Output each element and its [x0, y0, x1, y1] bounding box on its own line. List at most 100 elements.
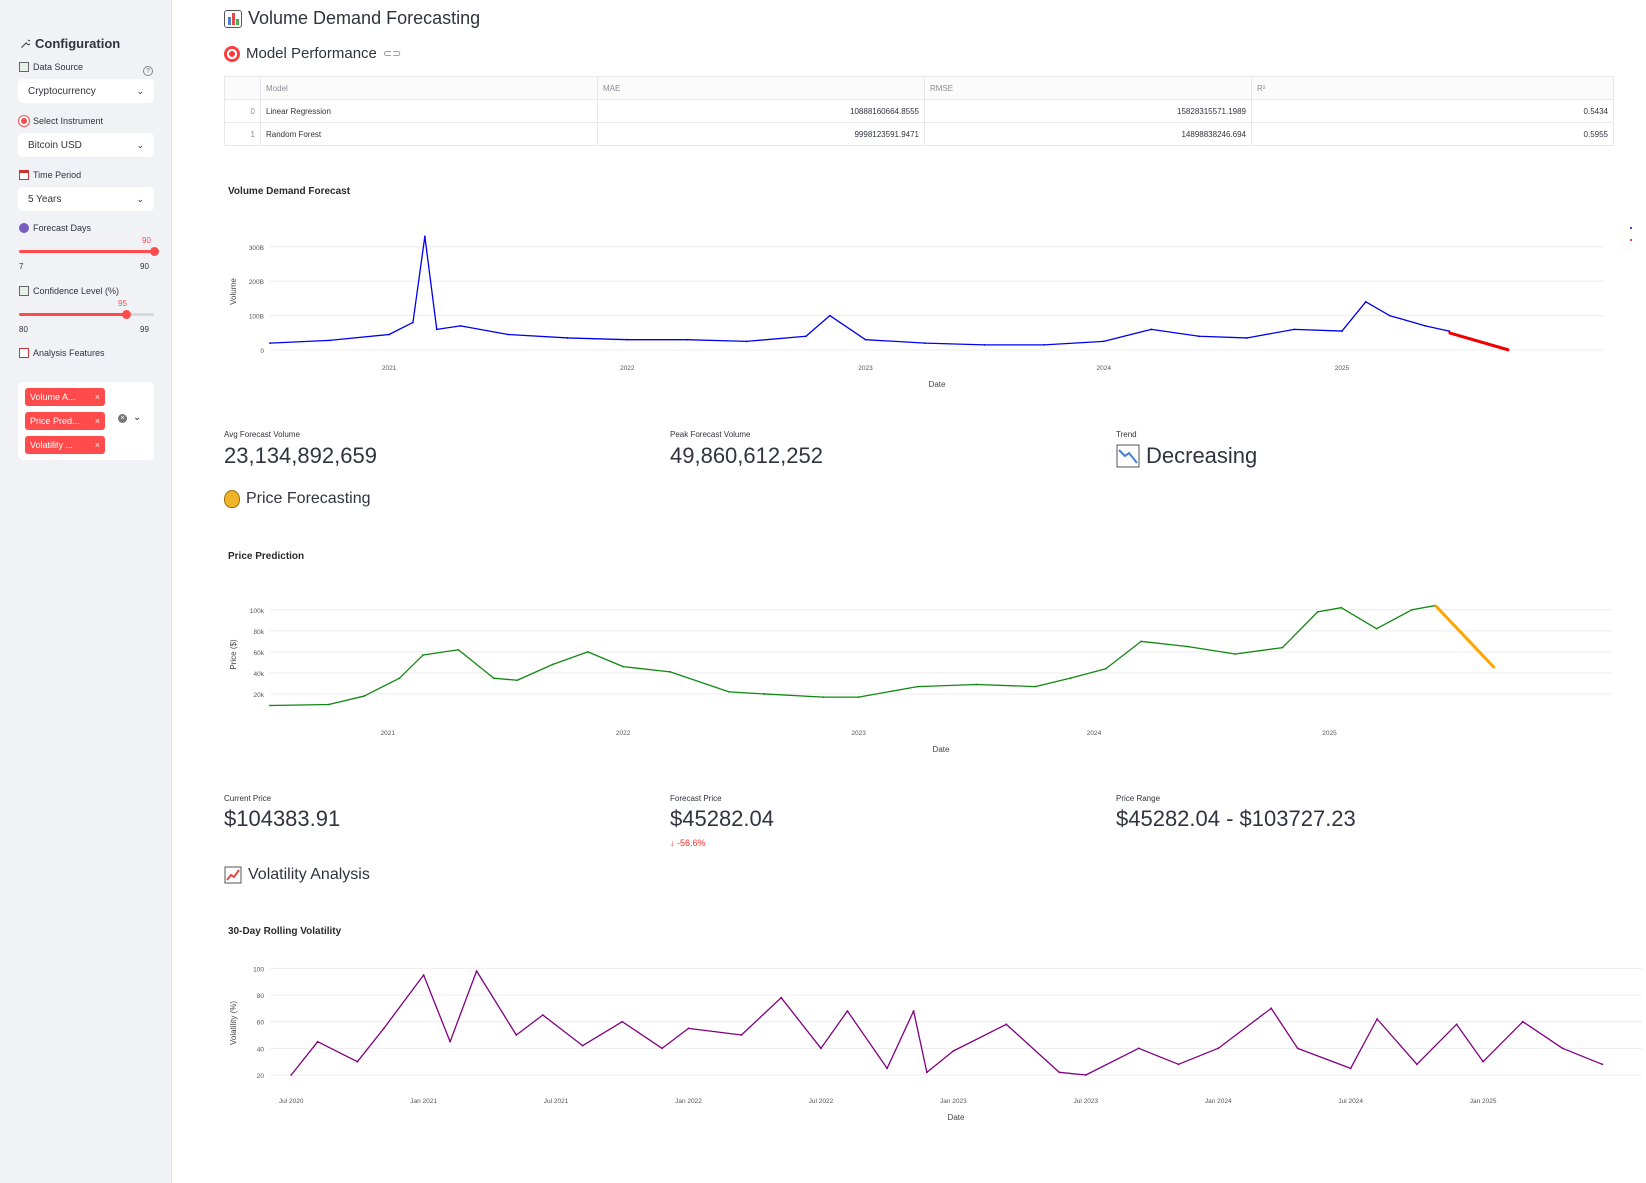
data-point [661, 1047, 663, 1050]
model-performance-table: Model MAE RMSE R² 0 Linear Regression 10… [224, 76, 1614, 146]
chart-increasing-icon [224, 866, 242, 884]
y-axis-title: Volume [229, 278, 238, 305]
data-point [586, 650, 589, 653]
x-tick-label: Jul 2022 [809, 1098, 834, 1105]
data-point [1364, 300, 1367, 303]
price-chart[interactable]: 20k 40k 60k 80k 100k 2021 2022 2023 2024 2025 Date… [212, 580, 1632, 780]
feature-chip[interactable]: Price Pred... × [25, 412, 105, 430]
data-point [541, 1014, 544, 1016]
series-line [1448, 331, 1510, 352]
data-point [516, 679, 519, 682]
crystal-ball-icon [19, 223, 29, 233]
data-point [828, 314, 831, 317]
data-point [740, 1034, 743, 1036]
data-point [492, 677, 495, 680]
data-point [1102, 340, 1105, 343]
data-point [423, 235, 426, 238]
data-point [780, 996, 783, 999]
x-tick-label: 2024 [1087, 730, 1102, 737]
x-axis-title: Date [929, 380, 946, 389]
close-icon[interactable]: × [95, 416, 100, 426]
x-tick-label: Jan 2023 [940, 1098, 967, 1105]
data-point [328, 339, 331, 342]
data-point [1069, 677, 1072, 680]
data-point [1104, 667, 1107, 670]
data-point [382, 1027, 385, 1030]
metric-label: Trend [1116, 430, 1137, 439]
bar-chart-icon [224, 9, 242, 28]
forecast-days-min: 7 [19, 262, 24, 271]
page-title: Volume Demand Forecasting [224, 8, 480, 29]
trend-icon [19, 348, 29, 358]
calendar-icon [19, 170, 29, 180]
volatility-chart[interactable]: 20 40 60 80 100 Jul 2020 Jan 2021 Jul 2021 Jan 2… [212, 955, 1642, 1183]
y-tick-label: 200B [249, 279, 264, 286]
y-tick-label: 80 [257, 993, 265, 1000]
data-point [1410, 608, 1413, 611]
y-tick-label: 300B [249, 245, 264, 252]
forecast-days-slider[interactable] [19, 247, 159, 256]
data-point [1058, 1071, 1061, 1074]
x-tick-label: 2025 [1335, 365, 1350, 372]
data-point [290, 1074, 293, 1076]
chart-icon [19, 286, 29, 296]
x-tick-label: Jul 2024 [1338, 1098, 1363, 1105]
y-axis-title: Price ($) [229, 639, 238, 670]
time-period-select[interactable]: 5 Years ⌄ [18, 187, 154, 211]
chevron-down-icon[interactable]: ⌄ [133, 412, 141, 423]
target-icon [19, 116, 29, 126]
metric-label: Avg Forecast Volume [224, 430, 300, 439]
volume-chart-title: Volume Demand Forecast [228, 186, 351, 197]
data-point [805, 335, 807, 338]
data-source-select[interactable]: Cryptocurrency ⌄ [18, 79, 154, 103]
data-point [1084, 1074, 1087, 1076]
current-price: $104383.91 [224, 806, 341, 831]
series-line [269, 235, 1450, 346]
data-point [1341, 330, 1343, 332]
time-period-label: Time Period [19, 170, 81, 180]
arrow-down-icon: ↓ [670, 838, 675, 848]
clear-all-icon[interactable]: × [118, 414, 127, 423]
close-icon[interactable]: × [95, 440, 100, 450]
data-point [1316, 610, 1319, 613]
y-tick-label: 100k [250, 608, 265, 615]
x-tick-label: Jan 2021 [410, 1098, 437, 1105]
target-icon [224, 45, 240, 62]
data-point [1493, 666, 1496, 669]
close-icon[interactable]: × [95, 392, 100, 402]
link-icon[interactable]: ⊂⊃ [383, 47, 401, 60]
data-point [685, 338, 688, 341]
data-point [459, 325, 462, 327]
instrument-select[interactable]: Bitcoin USD ⌄ [18, 133, 154, 157]
volume-chart[interactable]: 0 100B 200B 300B 2021 2022 2023 2024 2025 Date Vol… [212, 215, 1632, 415]
data-point [1187, 645, 1190, 648]
slider-thumb[interactable] [150, 247, 159, 256]
data-point [316, 1040, 319, 1043]
metric-label: Price Range [1116, 794, 1161, 803]
data-point [1424, 325, 1427, 327]
model-performance-heading: Model Performance ⊂⊃ [224, 45, 401, 62]
data-point [1270, 1007, 1273, 1010]
metric-label: Forecast Price [670, 794, 722, 803]
x-tick-label: 2023 [851, 730, 866, 737]
feature-chip[interactable]: Volume A... × [25, 388, 105, 406]
volatility-heading: Volatility Analysis [224, 866, 370, 884]
data-point [422, 654, 424, 656]
confidence-slider[interactable] [19, 310, 154, 319]
data-point [626, 338, 629, 341]
data-point [820, 1047, 822, 1050]
data-point [1296, 1047, 1299, 1050]
feature-chip[interactable]: Volatility ... × [25, 436, 105, 454]
data-point [864, 338, 867, 341]
y-tick-label: 60k [254, 650, 265, 657]
slider-thumb[interactable] [121, 310, 131, 319]
data-point [1561, 1047, 1564, 1050]
data-point [924, 342, 926, 345]
data-source-label: Data Source [19, 62, 83, 72]
data-point [1388, 314, 1391, 317]
series-line [269, 604, 1436, 707]
forecast-days-label: Forecast Days [19, 223, 91, 233]
features-multiselect[interactable]: Volume A... × Price Pred... × Volatility .… [18, 382, 154, 460]
data-point [687, 1027, 690, 1030]
help-icon[interactable]: ? [143, 66, 153, 76]
